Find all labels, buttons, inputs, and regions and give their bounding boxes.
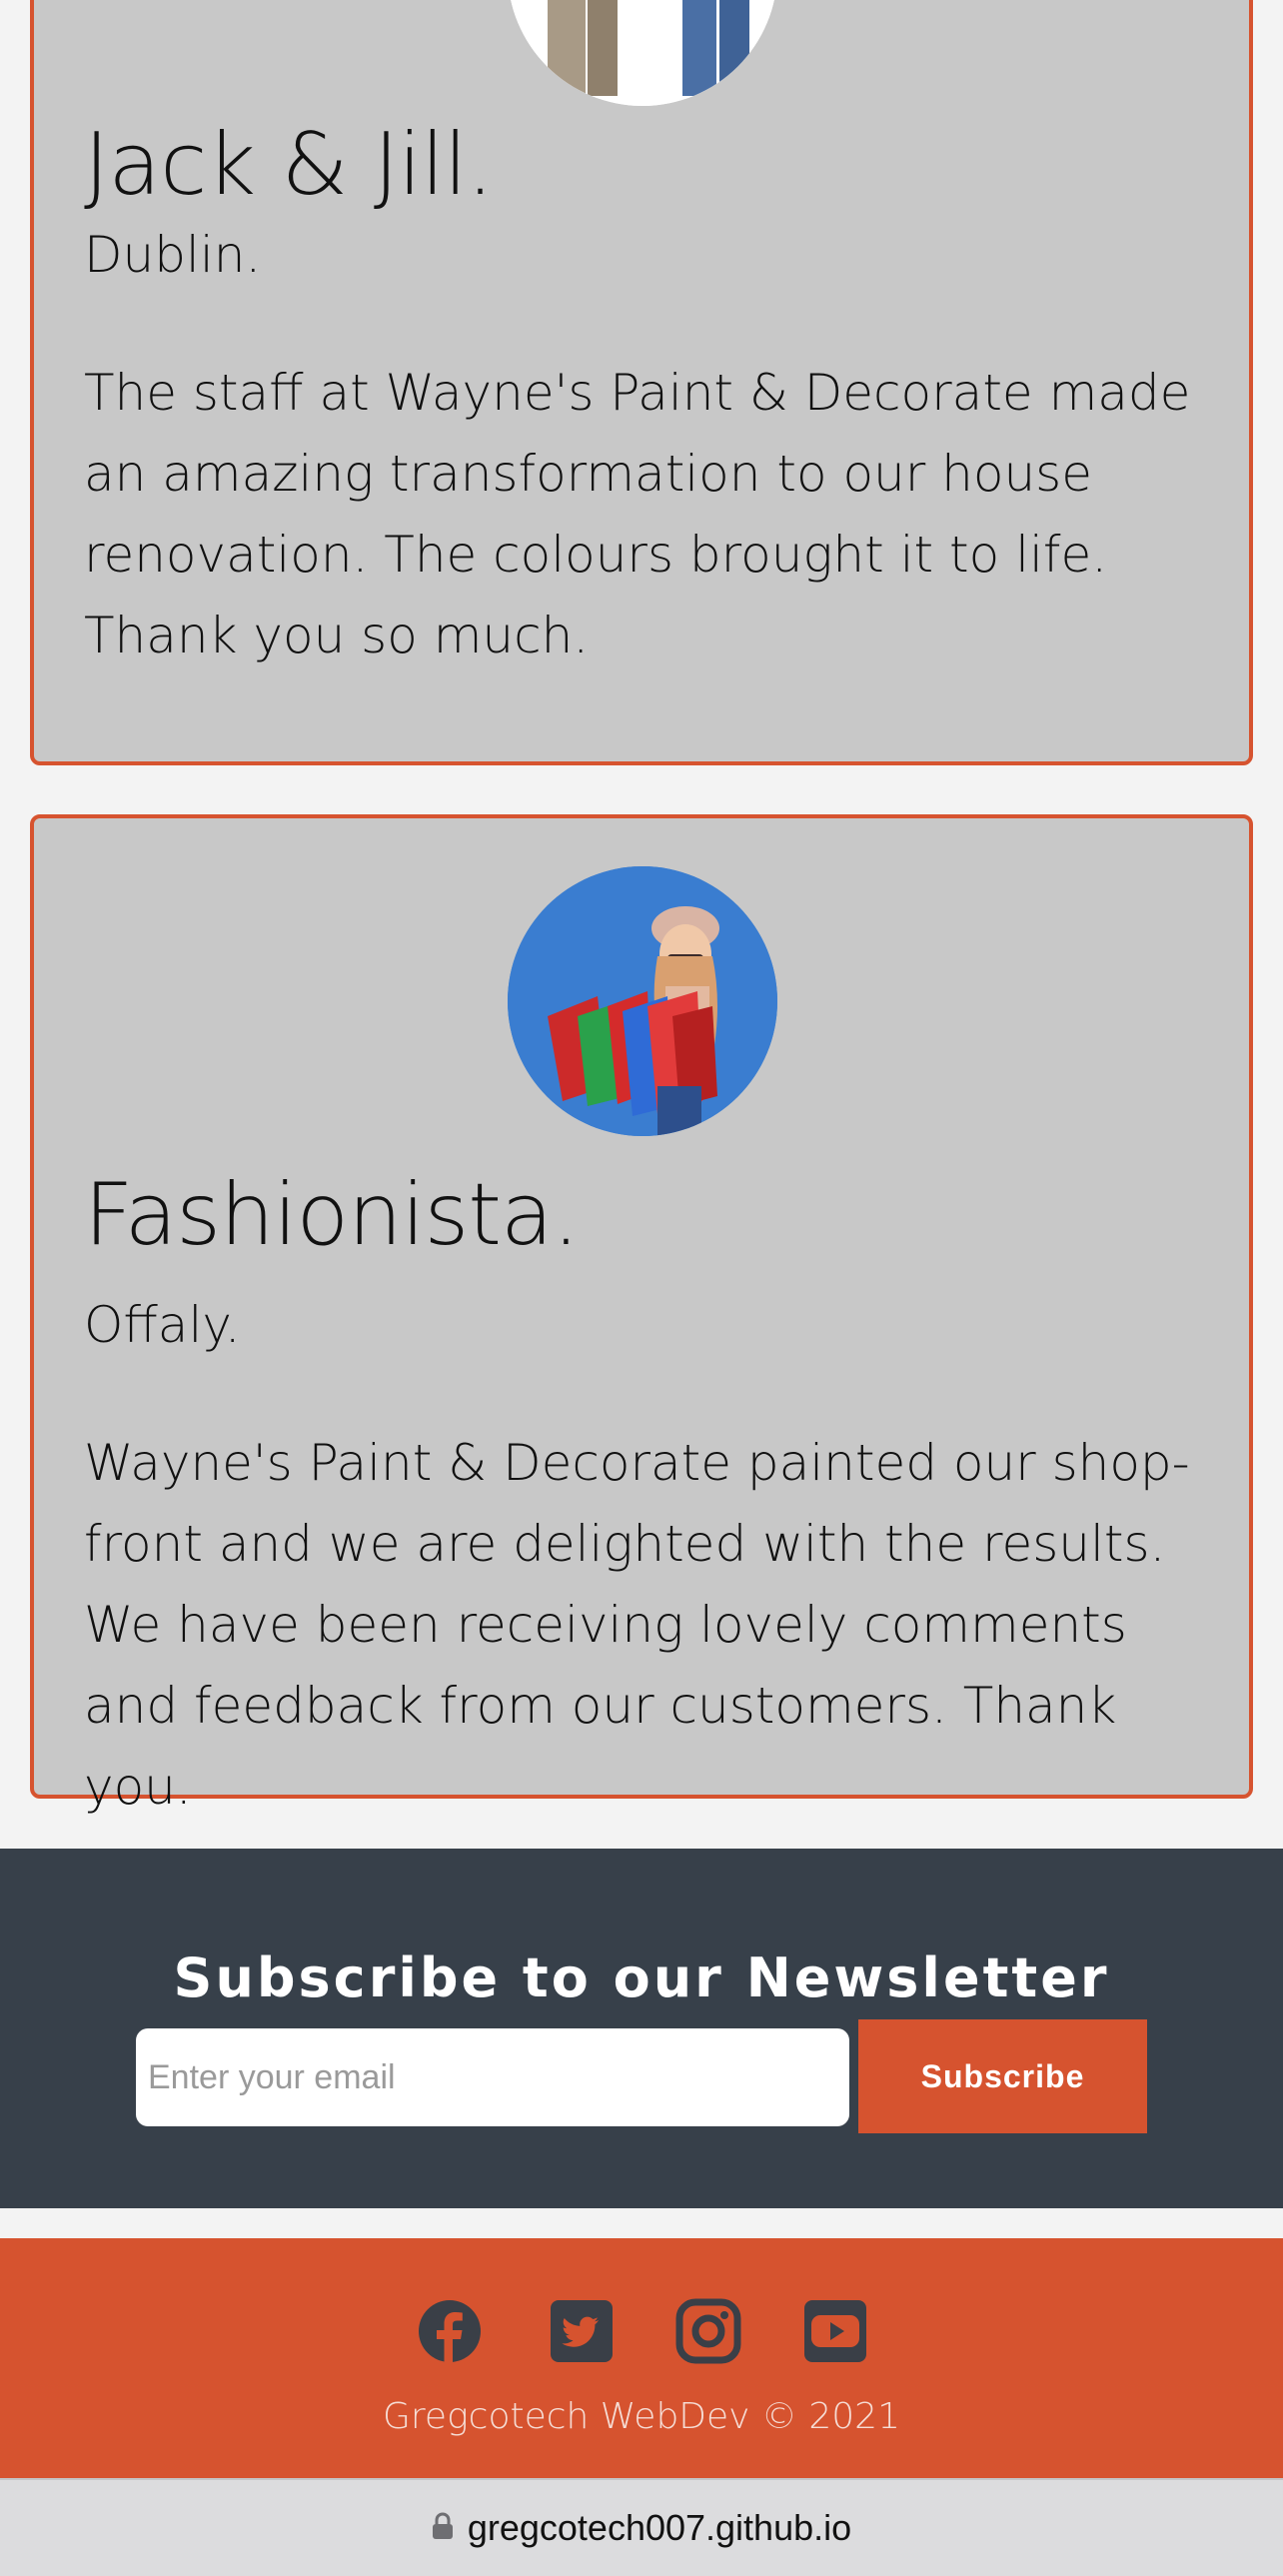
testimonial-card: Jack & Jill. Dublin. The staff at Wayne'… — [30, 0, 1253, 765]
testimonial-quote: Wayne's Paint & Decorate painted our sho… — [84, 1434, 1190, 1816]
facebook-icon[interactable] — [417, 2298, 483, 2364]
url-text: gregcotech007.github.io — [467, 2507, 852, 2548]
subscribe-button[interactable]: Subscribe — [858, 2019, 1147, 2133]
lock-icon — [432, 2512, 454, 2544]
testimonial-name: Fashionista. — [84, 1165, 580, 1265]
testimonial-quote: The staff at Wayne's Paint & Decorate ma… — [84, 364, 1191, 664]
testimonial-location: Offaly. — [84, 1296, 241, 1354]
instagram-icon[interactable] — [675, 2298, 741, 2364]
testimonial-name: Jack & Jill. — [84, 115, 494, 215]
browser-url-bar[interactable]: gregcotech007.github.io — [0, 2478, 1283, 2576]
couple-photo — [508, 0, 777, 106]
copyright-text: Gregcotech WebDev © 2021 — [383, 2396, 900, 2437]
testimonial-location: Dublin. — [84, 226, 262, 284]
testimonial-card: Fashionista. Offaly. Wayne's Paint & Dec… — [30, 814, 1253, 1816]
email-input[interactable] — [136, 2028, 849, 2126]
newsletter-title: Subscribe to our Newsletter — [173, 1946, 1110, 2009]
avatar — [508, 0, 777, 106]
twitter-icon[interactable] — [549, 2298, 615, 2364]
shopper-photo — [508, 866, 777, 1136]
footer: Gregcotech WebDev © 2021 — [0, 2238, 1283, 2478]
youtube-icon[interactable] — [802, 2298, 868, 2364]
avatar — [508, 866, 777, 1136]
newsletter-section: Subscribe to our Newsletter Subscribe — [0, 1849, 1283, 2208]
